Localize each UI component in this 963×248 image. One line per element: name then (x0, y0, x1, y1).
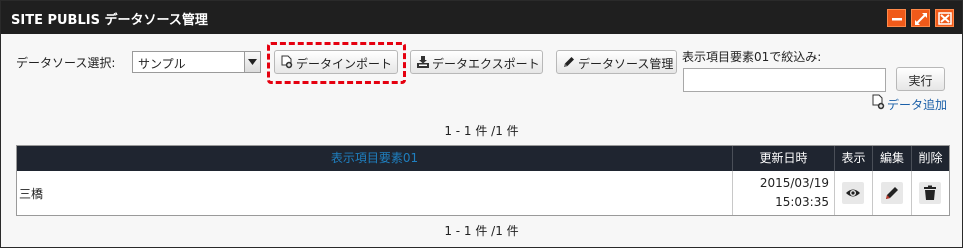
manage-datasource-button-label: データソース管理 (578, 57, 674, 71)
chevron-down-icon[interactable] (244, 52, 260, 72)
delete-button[interactable] (919, 182, 941, 204)
document-add-icon (281, 55, 293, 69)
maximize-icon (915, 13, 927, 25)
data-table: 表示項目要素01 更新日時 表示 編集 削除 三橋 2015/03/19 15:… (16, 145, 950, 216)
import-button-label: データインポート (296, 57, 393, 71)
datasource-select-value: サンプル (138, 57, 186, 71)
export-button-label: データエクスポート (432, 57, 540, 71)
title-bar[interactable]: SITE PUBLIS データソース管理 (1, 1, 962, 34)
column-header-updated: 更新日時 (733, 146, 835, 171)
pencil-icon (564, 57, 574, 67)
edit-button[interactable] (881, 182, 903, 204)
close-button[interactable] (935, 9, 954, 27)
minimize-button[interactable] (887, 9, 906, 27)
cell-delete (912, 171, 949, 215)
download-tray-icon (417, 56, 429, 68)
document-add-icon (872, 94, 885, 110)
cell-element01-text: 三橋 (19, 187, 44, 201)
run-button-label: 実行 (908, 74, 933, 88)
close-icon (938, 12, 952, 25)
column-header-edit: 編集 (873, 146, 912, 171)
filter-input[interactable] (683, 68, 886, 92)
trash-icon (924, 185, 936, 200)
pencil-icon (886, 187, 898, 199)
maximize-button[interactable] (911, 9, 930, 27)
column-header-view: 表示 (835, 146, 873, 171)
table-row: 三橋 2015/03/19 15:03:35 (17, 171, 949, 215)
pager-top: 1 - 1 件 /1 件 (444, 124, 519, 138)
window-title: SITE PUBLIS データソース管理 (11, 13, 208, 28)
column-header-element01[interactable]: 表示項目要素01 (17, 146, 733, 171)
cell-updated: 2015/03/19 15:03:35 (733, 171, 835, 215)
eye-icon (846, 189, 860, 197)
cell-edit (873, 171, 912, 215)
datasource-select[interactable]: サンプル (132, 51, 261, 73)
column-header-delete: 削除 (918, 151, 943, 165)
add-data-label: データ追加 (887, 98, 948, 112)
cell-updated-date: 2015/03/19 (759, 176, 829, 190)
manage-datasource-button[interactable]: データソース管理 (556, 50, 677, 74)
datasource-select-label: データソース選択: (16, 56, 116, 70)
pager-bottom: 1 - 1 件 /1 件 (444, 224, 519, 238)
view-button[interactable] (842, 182, 864, 204)
filter-label: 表示項目要素01で絞込み: (682, 50, 822, 64)
table-header: 表示項目要素01 更新日時 表示 編集 削除 (17, 146, 949, 171)
cell-element01: 三橋 (17, 171, 733, 215)
main-content: データソース選択: サンプル データインポート データエクスポート データソース… (1, 34, 962, 247)
datasource-manager-window: SITE PUBLIS データソース管理 データソース選択: サンプル データイ… (0, 0, 963, 248)
cell-updated-time: 15:03:35 (775, 195, 829, 209)
export-button[interactable]: データエクスポート (410, 50, 543, 74)
import-button[interactable]: データインポート (274, 50, 398, 74)
run-button[interactable]: 実行 (896, 67, 945, 91)
cell-view (835, 171, 873, 215)
minimize-icon (892, 18, 902, 21)
